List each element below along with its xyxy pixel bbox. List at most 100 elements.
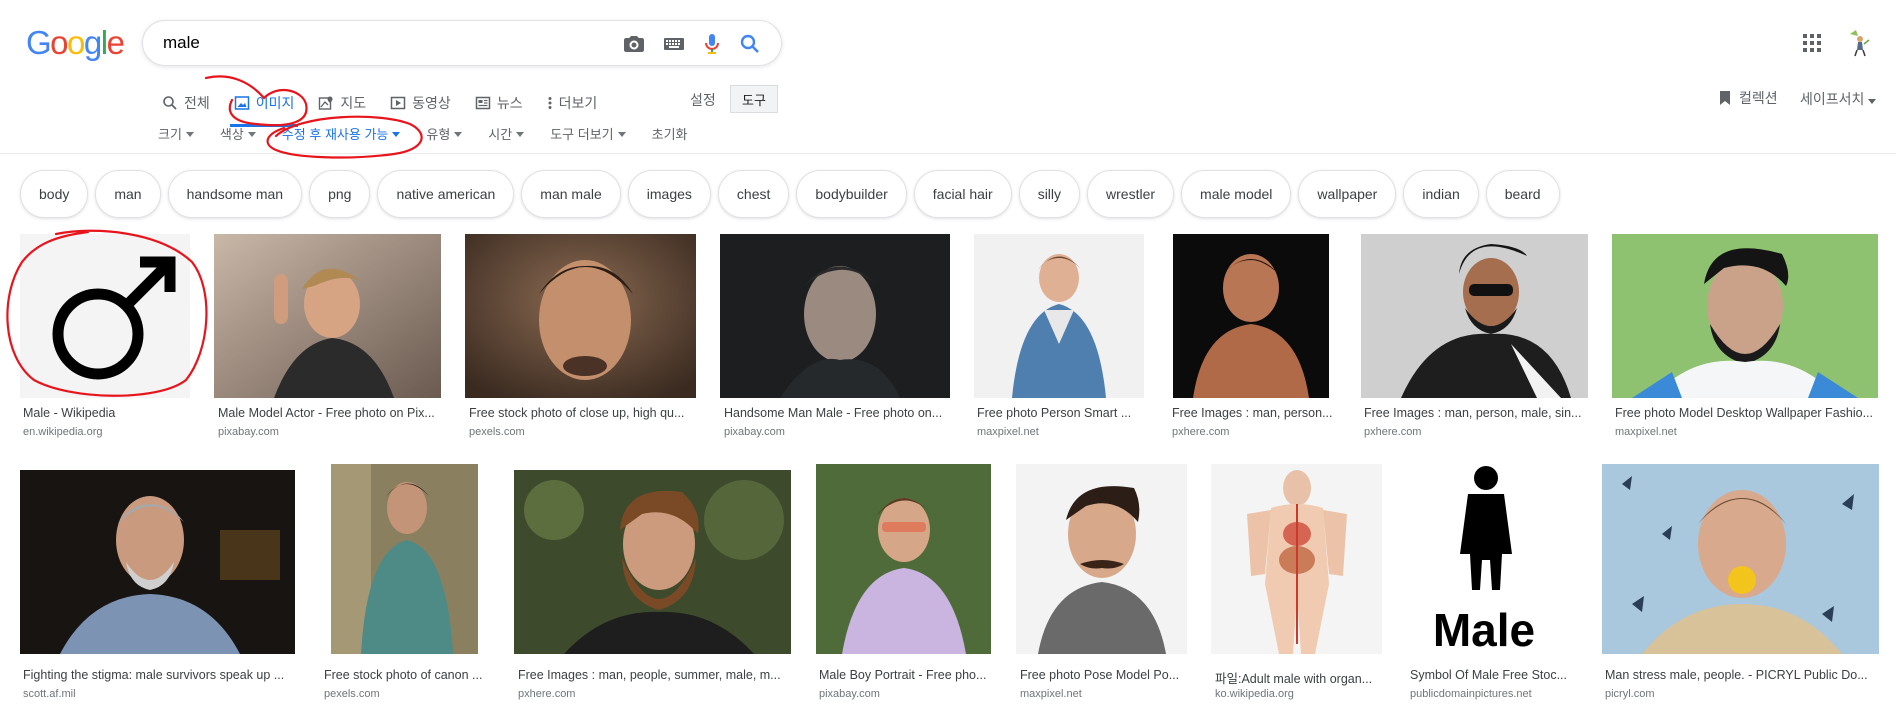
chip[interactable]: images — [627, 170, 711, 218]
result-caption[interactable]: Free stock photo of close up, high qu... — [469, 406, 695, 420]
tool-type[interactable]: 유형 — [426, 124, 463, 143]
tab-news[interactable]: 뉴스 — [475, 88, 523, 118]
collections-label: 컬렉션 — [1739, 90, 1778, 106]
chip[interactable]: indian — [1403, 170, 1479, 218]
result-image[interactable] — [1602, 464, 1879, 654]
header: Google 전체 이미지 지도 동영상 — [0, 0, 1896, 154]
result-source: maxpixel.net — [1020, 688, 1082, 700]
result-source: maxpixel.net — [977, 426, 1039, 438]
result-image[interactable] — [1016, 464, 1187, 654]
result-caption[interactable]: Free stock photo of canon ... — [324, 668, 484, 682]
result-source: en.wikipedia.org — [23, 426, 103, 438]
camera-icon[interactable] — [621, 32, 647, 56]
result-source: picryl.com — [1605, 688, 1655, 700]
tab-label: 전체 — [184, 95, 210, 111]
result-caption[interactable]: Symbol Of Male Free Stoc... — [1410, 668, 1578, 682]
result-caption[interactable]: Free photo Pose Model Po... — [1020, 668, 1188, 682]
search-icon[interactable] — [737, 32, 763, 56]
tab-images[interactable]: 이미지 — [229, 88, 299, 127]
keyboard-icon[interactable] — [661, 32, 687, 56]
chip[interactable]: handsome man — [167, 170, 303, 218]
tool-more-tools[interactable]: 도구 더보기 — [550, 124, 626, 143]
result-image[interactable] — [331, 464, 478, 654]
tool-color[interactable]: 색상 — [220, 124, 256, 143]
google-logo[interactable]: Google — [26, 24, 125, 62]
tools-button[interactable]: 도구 — [730, 85, 778, 113]
tool-label: 크기 — [158, 127, 182, 142]
result-caption[interactable]: Free photo Person Smart ... — [977, 406, 1143, 420]
result-source: maxpixel.net — [1615, 426, 1677, 438]
result-source: pxhere.com — [1172, 426, 1230, 438]
chip[interactable]: man — [95, 170, 161, 218]
result-caption[interactable]: Fighting the stigma: male survivors spea… — [23, 668, 295, 682]
tab-maps[interactable]: 지도 — [318, 88, 366, 118]
logo-letter: G — [26, 24, 52, 61]
result-caption[interactable]: Free Images : man, person... — [1172, 406, 1336, 420]
settings-link[interactable]: 설정 — [690, 90, 716, 110]
chip[interactable]: wallpaper — [1298, 170, 1397, 218]
apps-grid-icon[interactable] — [1803, 34, 1821, 52]
chevron-down-icon — [454, 132, 463, 137]
chip[interactable]: chest — [717, 170, 790, 218]
tool-usage-rights[interactable]: 수정 후 재사용 가능 — [282, 124, 401, 143]
result-caption[interactable]: Male Boy Portrait - Free pho... — [819, 668, 991, 682]
chip[interactable]: body — [20, 170, 89, 218]
chip[interactable]: wrestler — [1087, 170, 1175, 218]
tab-label: 이미지 — [255, 95, 295, 111]
result-image[interactable] — [1361, 234, 1588, 398]
result-source: pixabay.com — [724, 426, 785, 438]
chip[interactable]: png — [309, 170, 371, 218]
chip[interactable]: beard — [1485, 170, 1560, 218]
microphone-icon[interactable] — [699, 32, 725, 56]
result-image[interactable] — [1612, 234, 1878, 398]
avatar[interactable] — [1846, 28, 1872, 58]
male-sign-text: Male — [1433, 604, 1535, 654]
safesearch-menu[interactable]: 세이프서치 — [1800, 89, 1877, 109]
tab-videos[interactable]: 동영상 — [390, 88, 451, 118]
result-image[interactable] — [720, 234, 950, 398]
chevron-down-icon — [247, 132, 256, 137]
result-source: pexels.com — [324, 688, 380, 700]
result-image[interactable] — [1173, 234, 1329, 398]
result-caption[interactable]: Free Images : man, person, male, sin... — [1364, 406, 1588, 420]
tool-reset[interactable]: 초기화 — [652, 124, 688, 143]
result-caption[interactable]: Handsome Man Male - Free photo on... — [724, 406, 950, 420]
tool-size[interactable]: 크기 — [158, 124, 194, 143]
search-input[interactable] — [163, 33, 603, 53]
result-image[interactable] — [20, 470, 295, 654]
result-image[interactable] — [465, 234, 696, 398]
chip[interactable]: native american — [377, 170, 515, 218]
result-caption[interactable]: Man stress male, people. - PICRYL Public… — [1605, 668, 1879, 682]
chip[interactable]: facial hair — [913, 170, 1012, 218]
male-symbol-image[interactable] — [20, 234, 190, 398]
result-caption[interactable]: 파일:Adult male with organ... — [1215, 668, 1383, 687]
male-sign-image[interactable]: Male — [1406, 464, 1576, 654]
chip[interactable]: silly — [1018, 170, 1081, 218]
related-chips: body man handsome man png native america… — [20, 170, 1560, 218]
collections-link[interactable]: 컬렉션 — [1719, 88, 1778, 108]
result-caption[interactable]: Free Images : man, people, summer, male,… — [518, 668, 790, 682]
search-tools-bar: 크기 색상 수정 후 재사용 가능 유형 시간 도구 더보기 초기화 — [158, 124, 714, 143]
tool-label: 유형 — [426, 127, 451, 142]
result-caption[interactable]: Male Model Actor - Free photo on Pix... — [218, 406, 440, 420]
tab-all[interactable]: 전체 — [162, 88, 210, 118]
tab-more[interactable]: 더보기 — [547, 88, 597, 118]
chip[interactable]: man male — [521, 170, 621, 218]
result-image[interactable] — [816, 464, 991, 654]
result-source: pexels.com — [469, 426, 525, 438]
result-image[interactable] — [514, 470, 791, 654]
result-caption[interactable]: Male - Wikipedia — [23, 406, 193, 420]
tool-time[interactable]: 시간 — [488, 124, 525, 143]
anatomy-image[interactable] — [1211, 464, 1382, 654]
logo-letter: e — [106, 24, 125, 61]
result-caption[interactable]: Free photo Model Desktop Wallpaper Fashi… — [1615, 406, 1877, 420]
logo-letter: o — [50, 24, 68, 61]
result-image[interactable] — [974, 234, 1144, 398]
chip[interactable]: bodybuilder — [796, 170, 907, 218]
result-source: ko.wikipedia.org — [1215, 688, 1294, 700]
chip[interactable]: male model — [1181, 170, 1292, 218]
search-icon — [163, 96, 177, 110]
result-source: pixabay.com — [819, 688, 880, 700]
result-source: publicdomainpictures.net — [1410, 688, 1532, 700]
result-image[interactable] — [214, 234, 441, 398]
